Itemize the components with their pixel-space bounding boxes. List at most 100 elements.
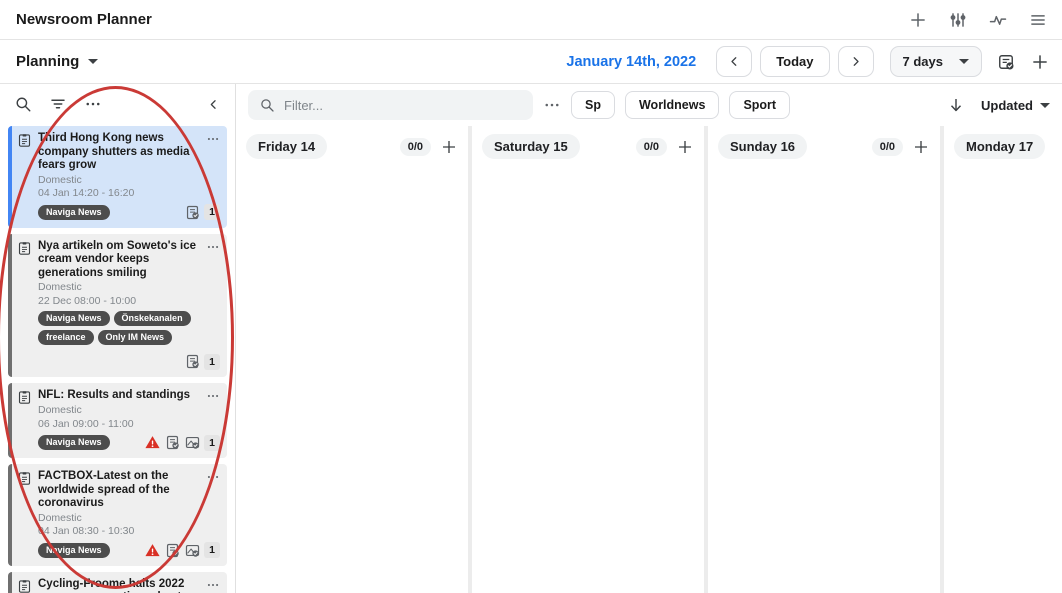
day-label: Monday 17 xyxy=(954,134,1045,159)
story-tag: Naviga News xyxy=(38,311,110,326)
story-section: Domestic xyxy=(38,281,220,294)
story-tag: freelance xyxy=(38,330,94,345)
story-time: 04 Jan 14:20 - 16:20 xyxy=(38,187,220,200)
story-card[interactable]: Nya artikeln om Soweto's ice cream vendo… xyxy=(8,234,227,378)
version-count-badge: 1 xyxy=(204,354,220,370)
filter-chip-sp[interactable]: Sp xyxy=(571,91,615,119)
card-more-icon[interactable] xyxy=(206,470,220,484)
sort-direction-icon[interactable] xyxy=(947,96,965,114)
today-button[interactable]: Today xyxy=(760,46,829,77)
story-section: Domestic xyxy=(38,404,220,417)
card-more-icon[interactable] xyxy=(206,578,220,592)
story-tag: Önskekanalen xyxy=(114,311,191,326)
story-sidebar: Third Hong Kong news company shutters as… xyxy=(0,84,236,593)
view-select-label: Planning xyxy=(16,53,79,70)
image-check-icon xyxy=(184,434,201,451)
range-label: 7 days xyxy=(903,54,943,69)
day-label: Sunday 16 xyxy=(718,134,807,159)
caret-down-icon xyxy=(88,59,98,64)
story-tag: Naviga News xyxy=(38,205,110,220)
card-more-icon[interactable] xyxy=(206,240,220,254)
story-time: 22 Dec 08:00 - 10:00 xyxy=(38,295,220,308)
day-label: Saturday 15 xyxy=(482,134,580,159)
content-area: Third Hong Kong news company shutters as… xyxy=(0,84,1062,593)
day-count-badge: 0/0 xyxy=(636,138,667,156)
sort-controls: Updated xyxy=(947,96,1050,114)
article-icon xyxy=(17,133,32,221)
warning-icon xyxy=(144,542,161,559)
doc-check-icon xyxy=(164,434,181,451)
article-icon xyxy=(17,241,32,371)
add-to-day-icon[interactable] xyxy=(440,138,458,156)
add-to-day-icon[interactable] xyxy=(676,138,694,156)
add-event-icon[interactable] xyxy=(1030,52,1050,72)
add-icon[interactable] xyxy=(908,10,928,30)
version-count-badge: 1 xyxy=(204,435,220,451)
card-more-icon[interactable] xyxy=(206,389,220,403)
story-time: 06 Jan 09:00 - 11:00 xyxy=(38,418,220,431)
version-count-badge: 1 xyxy=(204,204,220,220)
story-title: NFL: Results and standings xyxy=(38,389,202,403)
view-select-dropdown[interactable]: Planning xyxy=(16,53,98,70)
tune-icon[interactable] xyxy=(948,10,968,30)
card-more-icon[interactable] xyxy=(206,132,220,146)
more-filters-icon[interactable] xyxy=(543,96,561,114)
day-column-saturday: Saturday 15 0/0 xyxy=(472,126,704,593)
story-card[interactable]: Cycling-Froome halts 2022 season prepara… xyxy=(8,572,227,593)
caret-down-icon xyxy=(1040,103,1050,108)
story-card[interactable]: NFL: Results and standings Domestic 06 J… xyxy=(8,383,227,458)
article-icon xyxy=(17,390,32,451)
app-title: Newsroom Planner xyxy=(16,11,152,28)
doc-check-icon xyxy=(184,204,201,221)
day-count-badge: 0/0 xyxy=(400,138,431,156)
current-date-label[interactable]: January 14th, 2022 xyxy=(566,54,696,70)
story-title: Nya artikeln om Soweto's ice cream vendo… xyxy=(38,240,202,281)
sort-by-label: Updated xyxy=(981,98,1033,113)
day-columns: Friday 14 0/0 Saturday 15 0/0 xyxy=(236,126,1062,593)
calendar-add-icon[interactable] xyxy=(996,52,1016,72)
planning-toolbar: Planning January 14th, 2022 Today 7 days xyxy=(0,40,1062,84)
story-time: 04 Jan 08:30 - 10:30 xyxy=(38,525,220,538)
planning-board: Sp Worldnews Sport Updated Friday 14 0/0 xyxy=(236,84,1062,593)
doc-check-icon xyxy=(164,542,181,559)
article-icon xyxy=(17,579,32,593)
menu-icon[interactable] xyxy=(1028,10,1048,30)
filter-icon[interactable] xyxy=(49,95,67,113)
search-icon[interactable] xyxy=(14,95,32,113)
story-card-list: Third Hong Kong news company shutters as… xyxy=(0,124,235,593)
add-to-day-icon[interactable] xyxy=(912,138,930,156)
day-label: Friday 14 xyxy=(246,134,327,159)
day-column-friday: Friday 14 0/0 xyxy=(236,126,468,593)
day-column-monday: Monday 17 xyxy=(944,126,1062,593)
story-section: Domestic xyxy=(38,174,220,187)
prev-day-button[interactable] xyxy=(716,46,752,77)
story-tag: Naviga News xyxy=(38,543,110,558)
filter-input-box xyxy=(248,90,533,120)
filter-input[interactable] xyxy=(284,98,522,113)
day-count-badge: 0/0 xyxy=(872,138,903,156)
range-select-dropdown[interactable]: 7 days xyxy=(890,46,982,77)
story-tag: Only IM News xyxy=(98,330,173,345)
story-tag: Naviga News xyxy=(38,435,110,450)
sidebar-toolbar xyxy=(0,84,235,124)
story-title: FACTBOX-Latest on the worldwide spread o… xyxy=(38,470,202,511)
more-options-icon[interactable] xyxy=(84,95,102,113)
toolbar-right: January 14th, 2022 Today 7 days xyxy=(566,46,1050,77)
story-title: Cycling-Froome halts 2022 season prepara… xyxy=(38,578,202,593)
caret-down-icon xyxy=(959,59,969,64)
version-count-badge: 1 xyxy=(204,542,220,558)
next-day-button[interactable] xyxy=(838,46,874,77)
sort-by-dropdown[interactable]: Updated xyxy=(981,98,1050,113)
story-card[interactable]: Third Hong Kong news company shutters as… xyxy=(8,126,227,228)
article-icon xyxy=(17,471,32,559)
top-bar: Newsroom Planner xyxy=(0,0,1062,40)
activity-icon[interactable] xyxy=(988,10,1008,30)
filter-chip-worldnews[interactable]: Worldnews xyxy=(625,91,719,119)
image-check-icon xyxy=(184,542,201,559)
warning-icon xyxy=(144,434,161,451)
story-section: Domestic xyxy=(38,512,220,525)
collapse-sidebar-icon[interactable] xyxy=(206,97,221,112)
filter-chip-sport[interactable]: Sport xyxy=(729,91,790,119)
story-title: Third Hong Kong news company shutters as… xyxy=(38,132,202,173)
story-card[interactable]: FACTBOX-Latest on the worldwide spread o… xyxy=(8,464,227,566)
